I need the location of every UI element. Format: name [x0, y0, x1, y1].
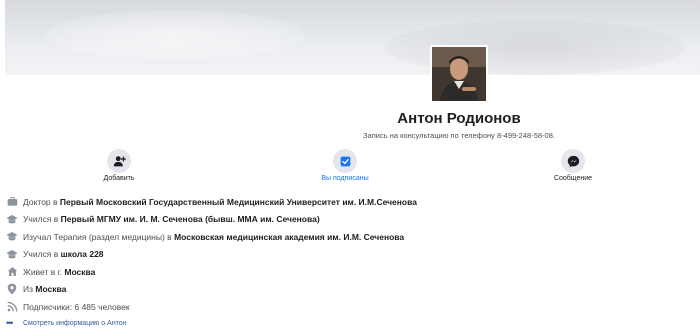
info-row-from: Из Москва [6, 281, 606, 299]
location-pin-icon [6, 283, 18, 295]
info-link[interactable]: Московская медицинская академия им. И.М.… [174, 232, 404, 242]
profile-name: Антон Родионов [397, 110, 521, 127]
following-label: Вы подписаны [321, 175, 369, 182]
message-label: Сообщение [553, 175, 593, 182]
info-row-education: Учился в школа 228 [6, 246, 606, 264]
info-link[interactable]: Москва [64, 267, 95, 277]
intro-info-list: Доктор в Первый Московский Государственн… [6, 193, 606, 328]
info-row-followers: Подписчики: 6 485 человек [6, 298, 606, 316]
info-text: Доктор в Первый Московский Государственн… [23, 197, 417, 207]
following-button[interactable]: Вы подписаны [305, 149, 385, 182]
profile-bio: Запись на консультацию по телефону 8-499… [363, 131, 555, 140]
add-friend-icon [107, 149, 131, 173]
info-prefix: Доктор в [23, 196, 60, 207]
info-link[interactable]: Москва [35, 284, 66, 294]
more-dots-icon: ••• [6, 318, 13, 328]
messenger-icon [561, 149, 585, 173]
rss-icon [6, 301, 18, 313]
see-more-info-label: Смотреть информацию о Антон [23, 319, 127, 327]
cover-photo[interactable] [5, 0, 700, 75]
info-row-education: Учился в Первый МГМУ им. И. М. Сеченова … [6, 211, 606, 229]
info-row-education: Изучал Терапия (раздел медицины) в Моско… [6, 228, 606, 246]
info-prefix: Из [23, 284, 36, 295]
add-friend-label: Добавить [103, 175, 135, 182]
info-text: Живет в г. Москва [23, 267, 95, 277]
graduation-cap-icon [6, 248, 18, 260]
briefcase-icon [6, 196, 18, 208]
message-button[interactable]: Сообщение [533, 149, 613, 182]
graduation-cap-icon [6, 231, 18, 243]
info-prefix: Живет в г. [23, 266, 65, 277]
avatar-photo [432, 47, 486, 101]
profile-avatar[interactable] [430, 45, 488, 103]
info-link[interactable]: Первый МГМУ им. И. М. Сеченова (бывш. ММ… [61, 214, 320, 224]
info-prefix: Изучал Терапия (раздел медицины) в [23, 231, 175, 242]
info-text: Изучал Терапия (раздел медицины) в Моско… [23, 232, 404, 242]
graduation-cap-icon [6, 213, 18, 225]
add-friend-button[interactable]: Добавить [79, 149, 159, 182]
info-prefix: Учился в [23, 214, 61, 225]
info-row-work: Доктор в Первый Московский Государственн… [6, 193, 606, 211]
info-link[interactable]: школа 228 [61, 249, 104, 259]
info-row-lives-in: Живет в г. Москва [6, 263, 606, 281]
info-text: Учился в Первый МГМУ им. И. М. Сеченова … [23, 214, 320, 224]
info-link[interactable]: Первый Московский Государственный Медици… [60, 197, 417, 207]
followers-text: Подписчики: 6 485 человек [23, 301, 130, 312]
info-text: Учился в школа 228 [23, 249, 104, 259]
info-text: Из Москва [23, 284, 66, 294]
see-more-info-link[interactable]: ••• Смотреть информацию о Антон [6, 316, 606, 328]
following-icon [333, 149, 357, 173]
info-prefix: Учился в [23, 249, 61, 260]
cover-cloud [45, 10, 305, 60]
home-icon [6, 266, 18, 278]
